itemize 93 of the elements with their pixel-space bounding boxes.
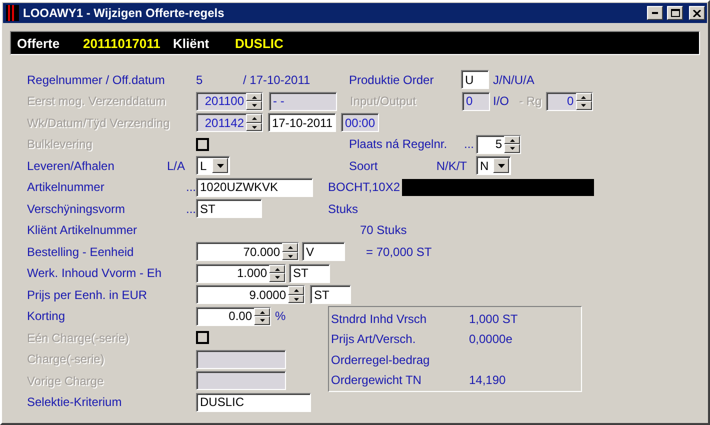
down-arrow-icon (252, 104, 256, 107)
offer-date: / 17-10-2011 (243, 72, 312, 87)
field-label: Werk. Inhoud Vvorm - Eh (27, 266, 162, 280)
input-field[interactable]: U (461, 70, 489, 90)
field-hint: L/A (166, 158, 185, 173)
field-hint: N/K/T (436, 158, 467, 173)
field-hint: ... (464, 137, 474, 152)
field-label: Korting (27, 309, 66, 324)
field-label: Soort (349, 158, 378, 173)
spin-up-button[interactable] (254, 308, 270, 316)
spin-field[interactable]: 1.000 (196, 264, 286, 283)
spin-up-button[interactable] (282, 243, 298, 252)
spin-field[interactable]: 9.0000 (196, 285, 305, 304)
summary-label: Ordergewicht TN (331, 373, 422, 388)
field-label: Selektie-Kriterium (27, 395, 122, 410)
quantity-text: 70 Stuks (360, 223, 407, 238)
line-number: 5 (196, 72, 204, 87)
spin-up-button[interactable] (246, 92, 262, 102)
close-icon (693, 10, 701, 16)
summary-label: Prijs Art/Versch. (331, 332, 417, 346)
down-arrow-icon (510, 147, 514, 150)
field-label: Kliënt Artikelnummer (27, 223, 138, 238)
unit-label: I/O (493, 94, 510, 108)
header-label: Kliënt (173, 36, 210, 50)
up-arrow-icon (274, 268, 280, 270)
spin-down-button[interactable] (576, 101, 592, 110)
spin-up-button[interactable] (288, 286, 304, 295)
summary-value: 0,0000e (469, 332, 512, 346)
down-arrow-icon (288, 254, 292, 258)
unit-description: Stuks (328, 202, 358, 216)
input-field[interactable]: ST (310, 285, 351, 304)
field-label: Artikelnummer (27, 180, 104, 194)
spin-field[interactable]: 5 (476, 134, 521, 154)
unit-label: % (275, 309, 286, 324)
down-arrow-icon (252, 126, 256, 128)
down-arrow-icon (498, 164, 504, 168)
field-label: Plaats ná Regelnr. (349, 137, 448, 152)
up-arrow-icon (581, 96, 586, 98)
spin-up-button[interactable] (269, 264, 285, 274)
spin-down-button[interactable] (269, 273, 285, 282)
spin-field[interactable]: 0.00 (196, 306, 271, 326)
batch-field[interactable] (196, 371, 286, 390)
dropdown[interactable]: N (476, 156, 511, 176)
spin-field[interactable]: 70.000 (196, 242, 299, 262)
input-field[interactable]: DUSLIC (196, 392, 311, 412)
input-field[interactable]: V (302, 242, 345, 262)
field-hint: ... (186, 202, 196, 216)
field-label: Produktie Order (349, 72, 434, 87)
batch-field[interactable] (196, 350, 286, 369)
window-title: LOOAWY1 - Wijzigen Offerte-regels (23, 6, 226, 20)
down-arrow-icon (581, 104, 586, 107)
spin-up-button[interactable] (246, 114, 262, 123)
spin-down-button[interactable] (254, 316, 270, 325)
spin-down-button[interactable] (246, 101, 262, 110)
spin-down-button[interactable] (504, 144, 520, 153)
field-hint: J/N/U/A (493, 72, 534, 87)
header-label: Offerte (17, 36, 61, 50)
summary-value: 14,190 (469, 373, 506, 388)
down-arrow-icon (274, 276, 280, 279)
spin-up-button[interactable] (504, 136, 520, 144)
field-hint: ... (186, 180, 196, 194)
offer-number: 20111017011 (83, 36, 162, 50)
field-label: Verschÿningsvorm (27, 202, 126, 216)
dropdown[interactable]: L (196, 156, 230, 176)
down-arrow-icon (260, 319, 264, 322)
up-arrow-icon (252, 117, 256, 120)
field-label: Bestelling - Eenheid (27, 244, 134, 259)
up-arrow-icon (294, 289, 298, 292)
down-arrow-icon (216, 164, 224, 168)
up-arrow-icon (288, 246, 292, 249)
close-button[interactable] (689, 6, 705, 20)
field-label: Prijs per Eenh. in EUR (27, 288, 148, 302)
up-arrow-icon (510, 138, 514, 142)
summary-value: 1,000 ST (469, 312, 518, 326)
field-label: Regelnummer / Off.datum (27, 72, 165, 87)
minimize-icon (652, 12, 658, 14)
up-arrow-icon (252, 96, 256, 98)
input-field[interactable]: ST (196, 199, 262, 218)
article-description: BOCHT,10X2 (328, 180, 400, 194)
input-field[interactable]: ST (289, 264, 330, 283)
summary-label: Stndrd Inhd Vrsch (331, 312, 428, 326)
maximize-button[interactable] (667, 6, 683, 20)
spin-up-button[interactable] (576, 92, 592, 102)
client-code: DUSLIC (235, 36, 284, 50)
maximize-icon (670, 9, 680, 17)
field-label: Leveren/Afhalen (27, 158, 114, 173)
app-icon (6, 5, 19, 21)
minimize-button[interactable] (647, 6, 663, 20)
up-arrow-icon (260, 310, 264, 314)
down-arrow-icon (294, 298, 298, 300)
conversion-result: = 70,000 ST (366, 244, 432, 259)
input-field[interactable]: 1020UZWKVK (196, 178, 313, 197)
summary-label: Orderregel-bedrag (331, 352, 431, 367)
